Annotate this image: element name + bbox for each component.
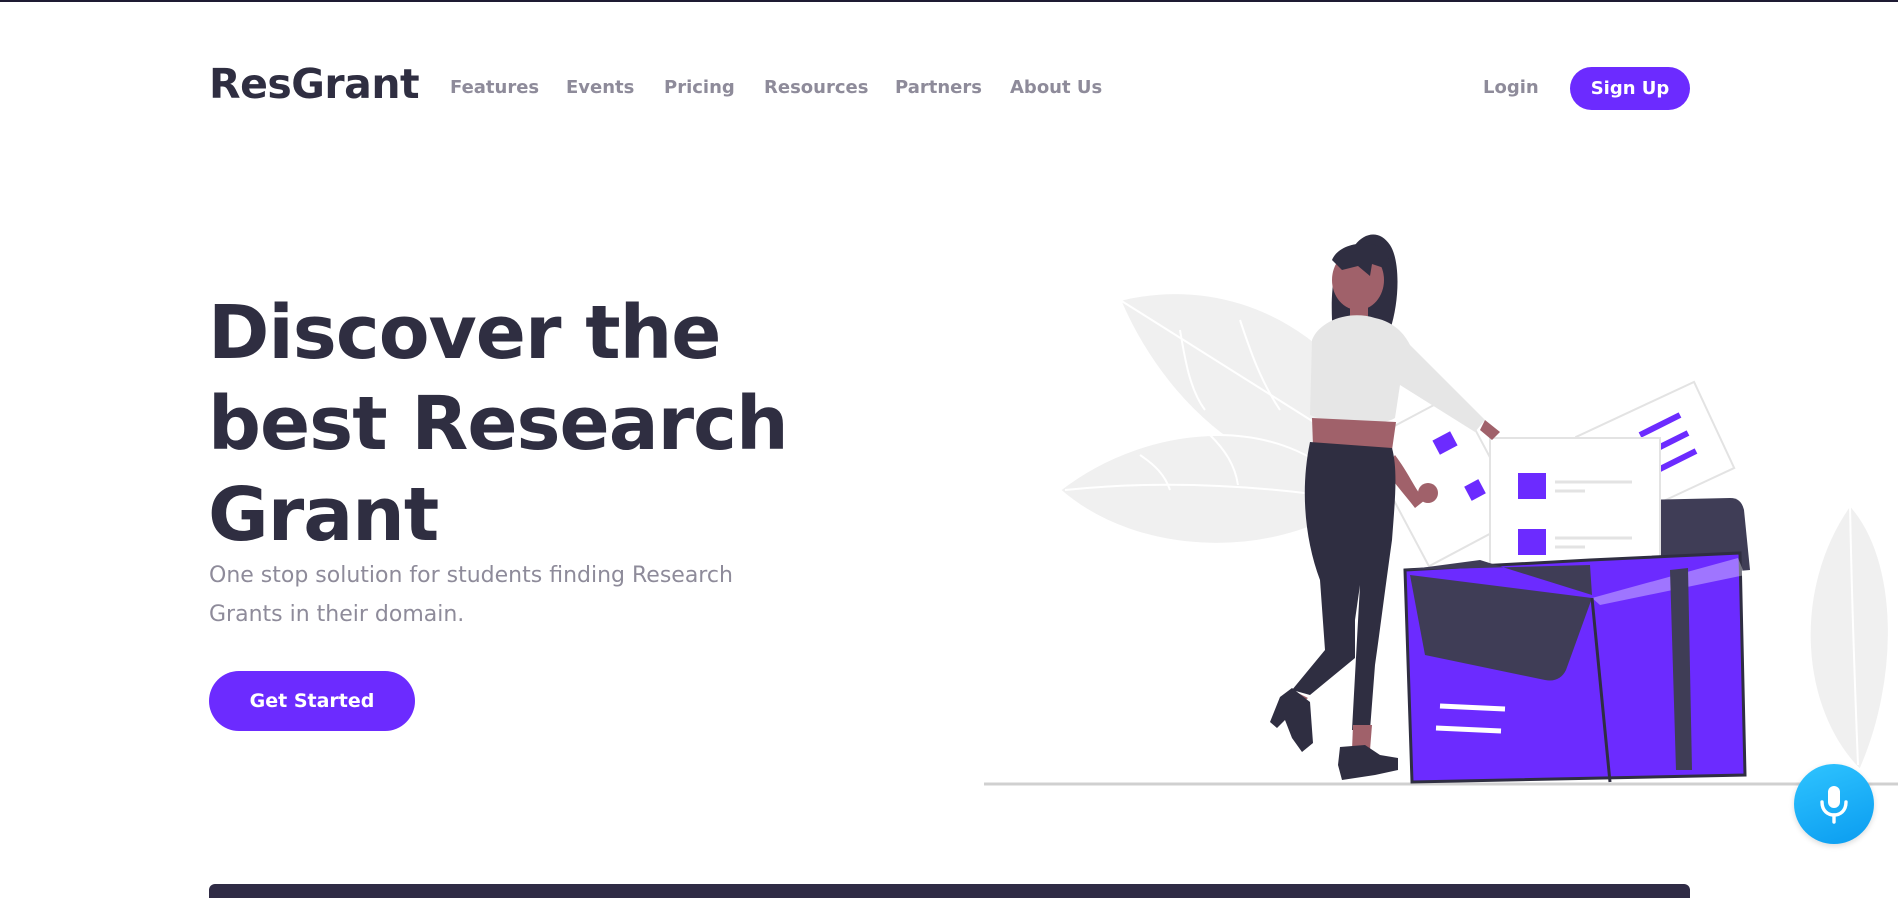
nav-item-partners[interactable]: Partners: [895, 77, 982, 98]
next-section-banner: [209, 884, 1690, 898]
login-link[interactable]: Login: [1483, 77, 1539, 98]
microphone-icon: [1820, 786, 1848, 824]
open-box: [1403, 551, 1747, 784]
brand-logo[interactable]: ResGrant: [209, 60, 420, 108]
hero-title-line-1: Discover the: [208, 290, 721, 376]
nav-item-about-us[interactable]: About Us: [1010, 77, 1102, 98]
top-border: [0, 0, 1898, 2]
nav-item-pricing[interactable]: Pricing: [664, 77, 735, 98]
voice-assistant-button[interactable]: [1794, 764, 1874, 844]
get-started-button[interactable]: Get Started: [209, 671, 415, 731]
hero-title-line-3: Grant: [208, 472, 439, 558]
hero-illustration: [984, 234, 1898, 786]
nav-item-features[interactable]: Features: [450, 77, 539, 98]
hero-title-line-2: best Research: [208, 381, 789, 467]
signup-button[interactable]: Sign Up: [1570, 67, 1690, 110]
nav-item-resources[interactable]: Resources: [764, 77, 868, 98]
nav-item-events[interactable]: Events: [566, 77, 634, 98]
hero-title: Discover the best Research Grant: [208, 288, 789, 561]
hero-subtitle: One stop solution for students finding R…: [209, 563, 733, 627]
